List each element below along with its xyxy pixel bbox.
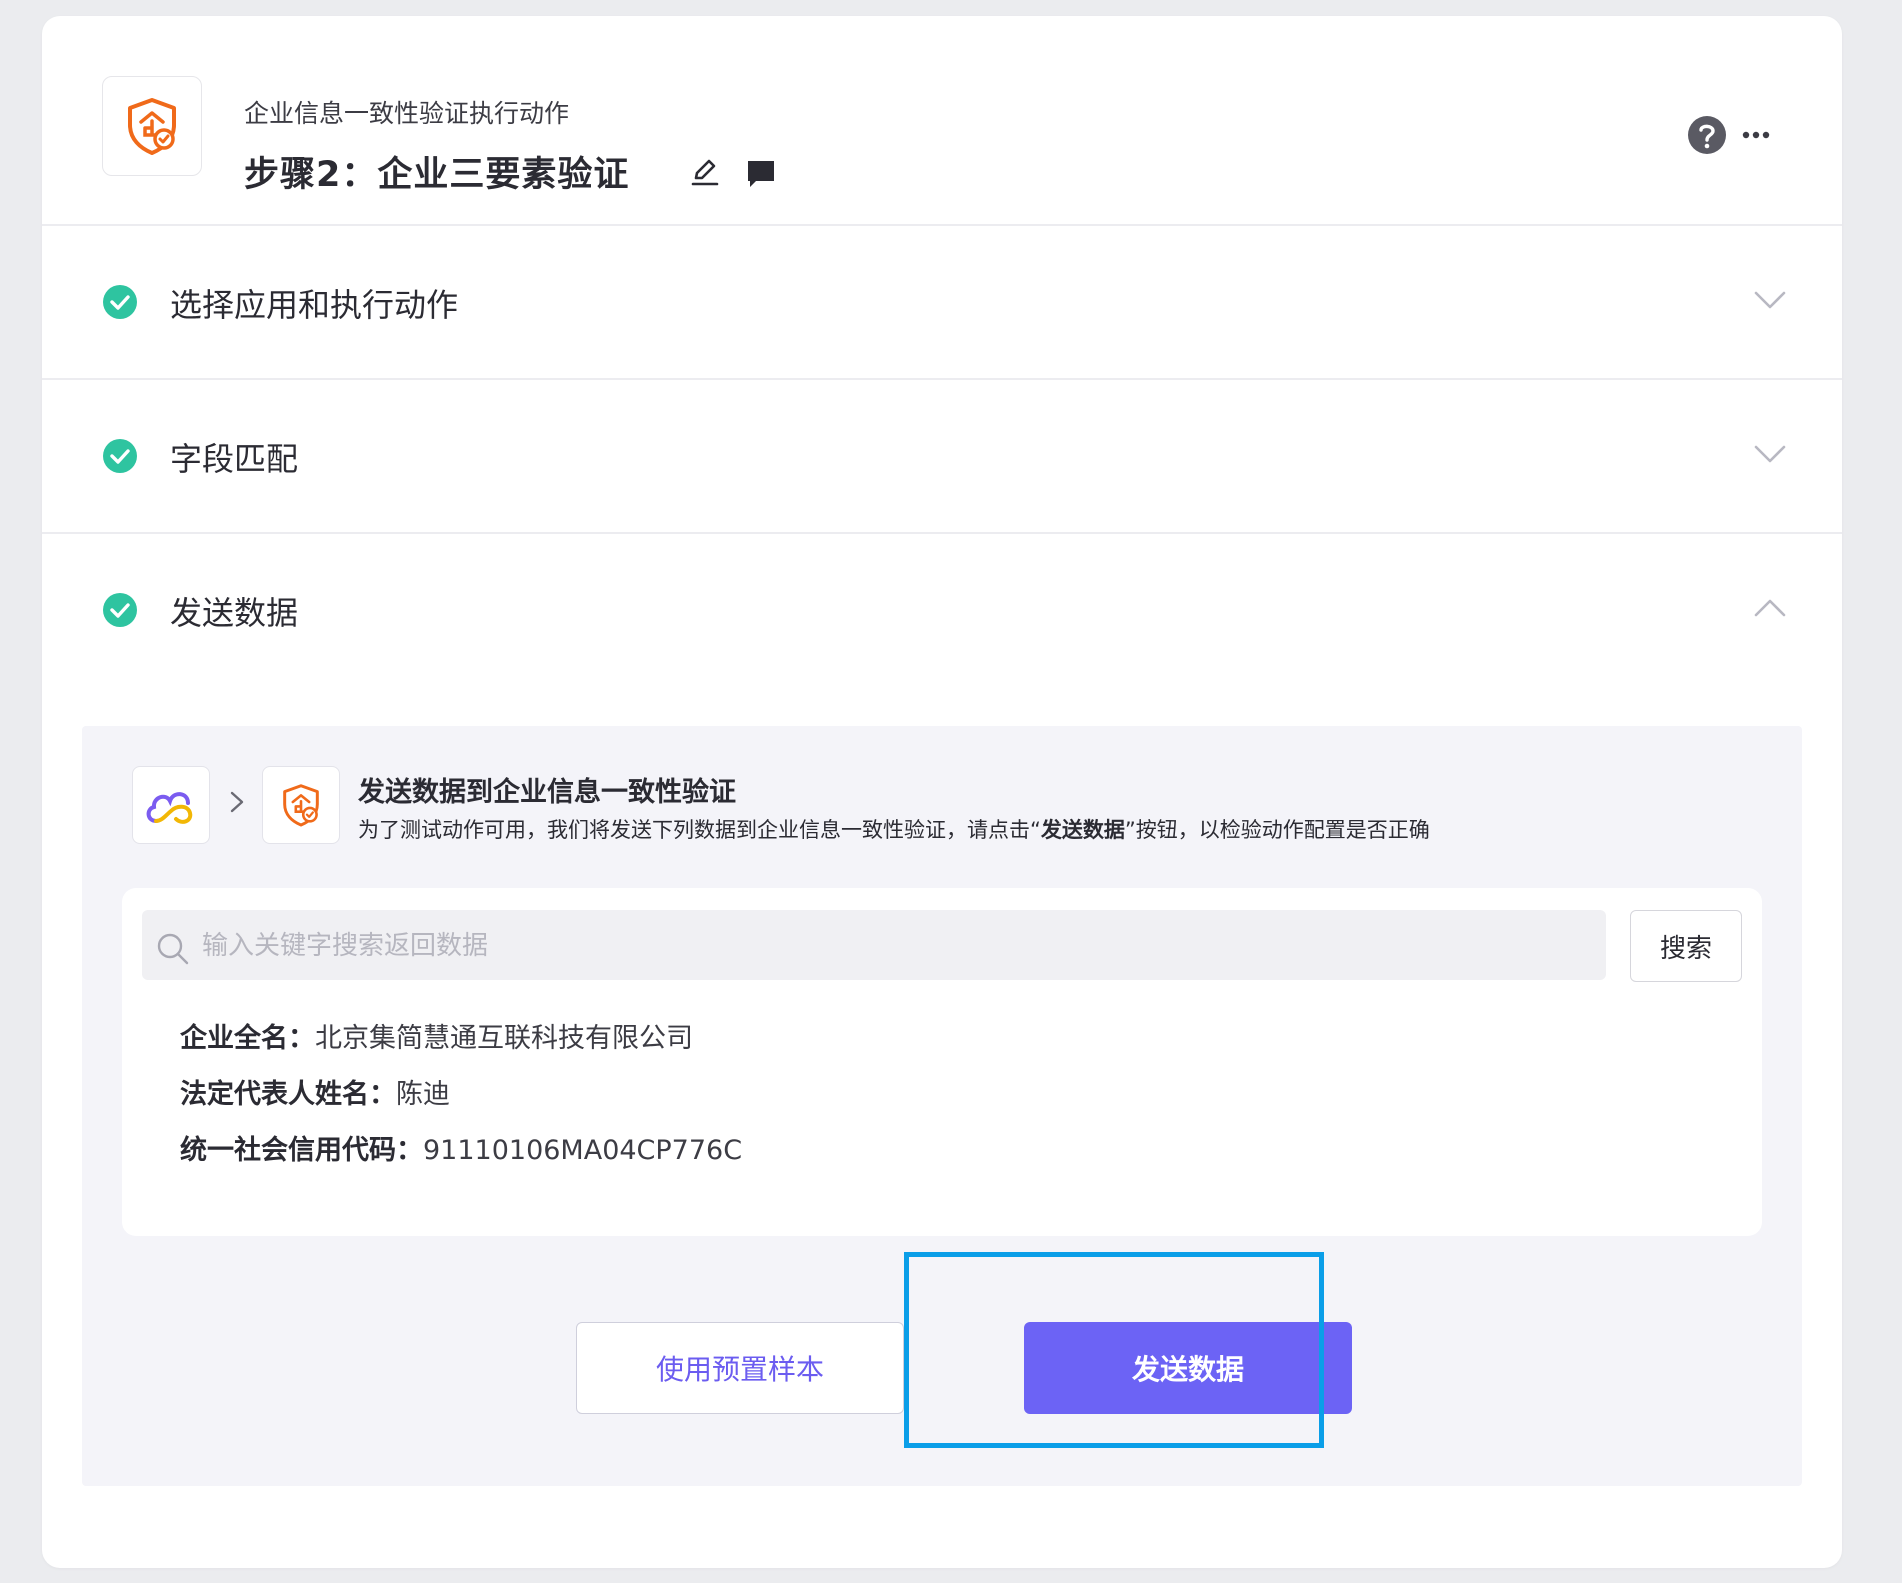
section-label: 选择应用和执行动作 xyxy=(170,286,459,324)
section-field-mapping[interactable]: 字段匹配 xyxy=(42,380,1842,534)
more-options-icon[interactable] xyxy=(1742,124,1770,143)
send-panel-description: 为了测试动作可用，我们将发送下列数据到企业信息一致性验证，请点击“发送数据”按钮… xyxy=(358,818,1430,842)
search-input[interactable] xyxy=(200,914,1594,978)
comment-icon[interactable] xyxy=(746,159,776,193)
edit-pencil-icon[interactable] xyxy=(690,156,720,190)
chevron-down-icon[interactable] xyxy=(1754,290,1786,314)
step-app-name: 企业信息一致性验证执行动作 xyxy=(244,99,570,128)
section-label: 发送数据 xyxy=(170,594,299,632)
enterprise-verify-app-icon xyxy=(102,76,202,176)
search-icon xyxy=(156,932,190,970)
step-title: 步骤2：企业三要素验证 xyxy=(244,155,630,195)
check-circle-icon xyxy=(102,438,138,478)
check-circle-icon xyxy=(102,592,138,632)
return-data-box: 搜索 企业全名：北京集简慧通互联科技有限公司 法定代表人姓名：陈迪 统一社会信用… xyxy=(122,888,1762,1236)
chevron-up-icon[interactable] xyxy=(1754,598,1786,622)
check-circle-icon xyxy=(102,284,138,324)
help-icon[interactable] xyxy=(1687,115,1727,159)
chevron-down-icon[interactable] xyxy=(1754,444,1786,468)
section-label: 字段匹配 xyxy=(170,440,299,478)
source-app-cloud-icon xyxy=(132,766,210,844)
step-header: 企业信息一致性验证执行动作 步骤2：企业三要素验证 xyxy=(42,16,1842,226)
send-panel-title: 发送数据到企业信息一致性验证 xyxy=(358,777,736,808)
use-sample-button[interactable]: 使用预置样本 xyxy=(576,1322,904,1414)
chevron-right-icon xyxy=(228,790,246,818)
data-field-row: 统一社会信用代码：91110106MA04CP776C xyxy=(180,1135,743,1166)
highlight-box xyxy=(904,1252,1324,1448)
search-button[interactable]: 搜索 xyxy=(1630,910,1742,982)
enterprise-verify-app-icon xyxy=(262,766,340,844)
data-field-row: 企业全名：北京集简慧通互联科技有限公司 xyxy=(180,1023,693,1054)
data-field-row: 法定代表人姓名：陈迪 xyxy=(180,1079,450,1110)
section-send-data[interactable]: 发送数据 xyxy=(42,534,1842,686)
section-select-app[interactable]: 选择应用和执行动作 xyxy=(42,226,1842,380)
